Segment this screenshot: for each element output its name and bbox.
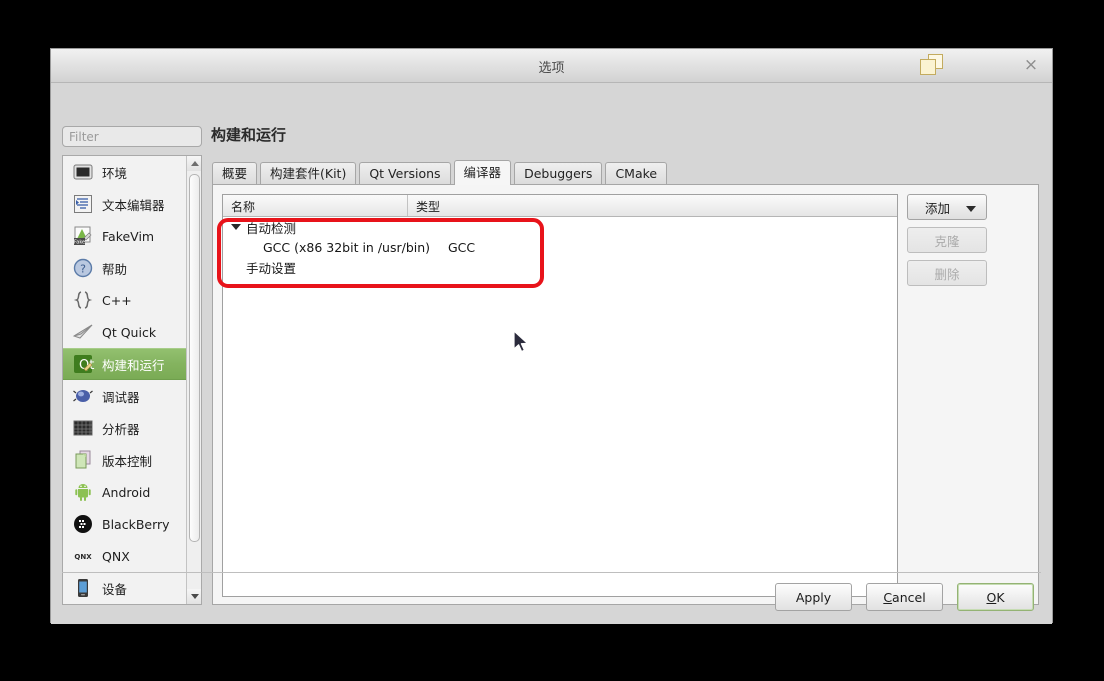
delete-button[interactable]: 删除 [907, 260, 987, 286]
cancel-button[interactable]: Cancel [866, 583, 943, 611]
sidebar-item-label: FakeVim [102, 228, 155, 244]
tab-debuggers[interactable]: Debuggers [514, 162, 603, 184]
sidebar-item-label: 分析器 [102, 421, 140, 437]
table-row[interactable]: 自动检测 [223, 217, 897, 237]
cancel-mnemonic: C [883, 589, 893, 605]
fakevim-icon: Fake [71, 224, 95, 248]
sidebar-item-label: 环境 [102, 165, 128, 181]
sidebar-item-label: BlackBerry [102, 516, 170, 532]
expander-collapse-icon[interactable] [231, 224, 241, 230]
sidebar-scrollbar-thumb[interactable] [189, 174, 200, 542]
table-cell-name: GCC (x86 32bit in /usr/bin) [263, 239, 431, 255]
settings-category-list[interactable]: 环境 文本编辑器 Fake FakeVim ? 帮助 C++ Qt Quick … [62, 155, 202, 605]
blackberry-icon [71, 512, 95, 536]
separator [62, 572, 1041, 573]
table-row[interactable]: GCC (x86 32bit in /usr/bin) GCC [223, 237, 897, 257]
sidebar-item-qt-quick[interactable]: Qt Quick [63, 316, 187, 348]
filter-input[interactable] [62, 126, 202, 147]
screen: 选项 × 构建和运行 [0, 0, 1104, 681]
sidebar-item-cpp[interactable]: C++ [63, 284, 187, 316]
tab-compilers[interactable]: 编译器 [453, 160, 512, 185]
column-header-type[interactable]: 类型 [408, 195, 897, 216]
close-icon[interactable]: × [1020, 54, 1042, 76]
sidebar-scrollbar[interactable] [186, 156, 201, 604]
android-robot-icon [71, 480, 95, 504]
sidebar-item-label: 文本编辑器 [102, 197, 165, 213]
table-header-row: 名称 类型 [223, 195, 897, 217]
table-cell-name: 手动设置 [246, 260, 297, 276]
braces-icon [71, 288, 95, 312]
window-restore-icon [919, 54, 945, 76]
sidebar-scroll-area: 环境 文本编辑器 Fake FakeVim ? 帮助 C++ Qt Quick … [63, 156, 187, 604]
tab-qt-versions[interactable]: Qt Versions [359, 162, 451, 184]
clone-button[interactable]: 克隆 [907, 227, 987, 253]
compilers-panel: 名称 类型 自动检测 GCC (x86 32bit in /usr/bin) G… [212, 184, 1039, 605]
paper-plane-icon [71, 320, 95, 344]
text-editor-icon [71, 192, 95, 216]
sidebar-item-environment[interactable]: 环境 [63, 156, 187, 188]
add-button-label: 添加 [925, 200, 951, 216]
tab-cmake[interactable]: CMake [605, 162, 668, 184]
sidebar-item-blackberry[interactable]: BlackBerry [63, 508, 187, 540]
qt-build-run-icon: Qt [71, 352, 95, 376]
apply-button[interactable]: Apply [775, 583, 852, 611]
sidebar-item-help[interactable]: ? 帮助 [63, 252, 187, 284]
cancel-rest: ancel [892, 589, 926, 605]
sidebar-item-label: Qt Quick [102, 324, 157, 340]
table-cell-name: 自动检测 [223, 218, 408, 237]
table-row[interactable]: 手动设置 [223, 257, 897, 277]
tab-kits[interactable]: 构建套件(Kit) [260, 162, 357, 184]
sidebar-item-label: C++ [102, 292, 132, 308]
sidebar-item-label: QNX [102, 548, 130, 564]
dialog-titlebar: 选项 × [51, 49, 1052, 83]
qnx-icon: QNX [71, 544, 95, 568]
add-button[interactable]: 添加 [907, 194, 987, 220]
sidebar-item-label: 构建和运行 [102, 357, 165, 373]
chevron-down-icon [966, 206, 976, 212]
page-title: 构建和运行 [211, 126, 287, 144]
sidebar-item-label: 调试器 [102, 389, 140, 405]
sidebar-item-label: 版本控制 [102, 453, 153, 469]
compilers-actions: 添加 克隆 删除 [907, 194, 1030, 293]
sidebar-item-fakevim[interactable]: Fake FakeVim [63, 220, 187, 252]
sidebar-item-version-control[interactable]: 版本控制 [63, 444, 187, 476]
tab-overview[interactable]: 概要 [212, 162, 258, 184]
sidebar-item-label: Android [102, 484, 151, 500]
sidebar-item-label: 帮助 [102, 261, 128, 277]
svg-text:QNX: QNX [74, 553, 92, 561]
compilers-table[interactable]: 名称 类型 自动检测 GCC (x86 32bit in /usr/bin) G… [222, 194, 898, 597]
analyzer-grid-icon [71, 416, 95, 440]
table-cell-type: GCC [448, 239, 476, 255]
dialog-title: 选项 [538, 61, 565, 76]
dialog-button-bar: Apply Cancel OK [51, 572, 1052, 624]
sidebar-item-build-and-run[interactable]: Qt 构建和运行 [63, 348, 187, 380]
monitor-icon [71, 160, 95, 184]
ok-rest: K [996, 589, 1005, 605]
help-question-icon: ? [71, 256, 95, 280]
sidebar-item-analyzer[interactable]: 分析器 [63, 412, 187, 444]
sidebar-item-android[interactable]: Android [63, 476, 187, 508]
bug-icon [71, 384, 95, 408]
documents-icon [71, 448, 95, 472]
settings-tabbar[interactable]: 概要 构建套件(Kit) Qt Versions 编译器 Debuggers C… [212, 160, 670, 185]
svg-text:?: ? [80, 263, 86, 276]
column-header-name[interactable]: 名称 [223, 195, 408, 216]
sidebar-item-text-editor[interactable]: 文本编辑器 [63, 188, 187, 220]
window-icon-front-square [920, 59, 936, 75]
row-label: 自动检测 [246, 220, 297, 236]
ok-mnemonic: O [986, 589, 997, 605]
sidebar-item-debugger[interactable]: 调试器 [63, 380, 187, 412]
dialog-body: 构建和运行 环境 [51, 83, 1052, 624]
sidebar-item-qnx[interactable]: QNX QNX [63, 540, 187, 572]
ok-button[interactable]: OK [957, 583, 1034, 611]
svg-text:Fake: Fake [74, 240, 85, 246]
scroll-up-icon[interactable] [187, 156, 201, 171]
options-dialog: 选项 × 构建和运行 [50, 48, 1053, 624]
